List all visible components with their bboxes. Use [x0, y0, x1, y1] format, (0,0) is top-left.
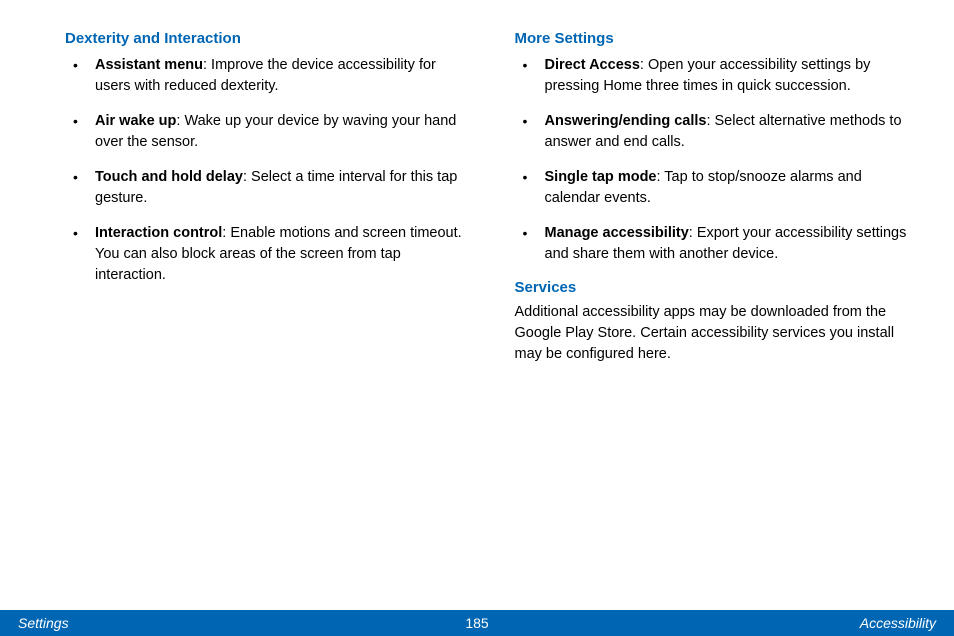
list-item: Direct Access: Open your accessibility s…: [515, 55, 915, 97]
left-column: Dexterity and Interaction Assistant menu…: [65, 30, 465, 365]
item-title: Answering/ending calls: [545, 113, 707, 129]
footer-right: Accessibility: [860, 615, 936, 631]
heading-services: Services: [515, 279, 915, 296]
list-item: Answering/ending calls: Select alternati…: [515, 111, 915, 153]
list-item: Manage accessibility: Export your access…: [515, 223, 915, 265]
item-title: Interaction control: [95, 225, 222, 241]
item-title: Direct Access: [545, 57, 640, 73]
more-settings-list: Direct Access: Open your accessibility s…: [515, 55, 915, 265]
list-item: Interaction control: Enable motions and …: [65, 223, 465, 286]
item-title: Touch and hold delay: [95, 169, 243, 185]
right-column: More Settings Direct Access: Open your a…: [515, 30, 915, 365]
dexterity-list: Assistant menu: Improve the device acces…: [65, 55, 465, 286]
page-content: Dexterity and Interaction Assistant menu…: [0, 0, 954, 365]
page-footer: Settings 185 Accessibility: [0, 610, 954, 636]
list-item: Touch and hold delay: Select a time inte…: [65, 167, 465, 209]
list-item: Single tap mode: Tap to stop/snooze alar…: [515, 167, 915, 209]
item-title: Manage accessibility: [545, 225, 689, 241]
footer-left: Settings: [18, 615, 69, 631]
heading-dexterity: Dexterity and Interaction: [65, 30, 465, 47]
item-title: Single tap mode: [545, 169, 657, 185]
list-item: Air wake up: Wake up your device by wavi…: [65, 111, 465, 153]
list-item: Assistant menu: Improve the device acces…: [65, 55, 465, 97]
page-number: 185: [465, 615, 488, 631]
heading-more-settings: More Settings: [515, 30, 915, 47]
services-body: Additional accessibility apps may be dow…: [515, 302, 915, 365]
item-title: Air wake up: [95, 113, 176, 129]
item-title: Assistant menu: [95, 57, 203, 73]
